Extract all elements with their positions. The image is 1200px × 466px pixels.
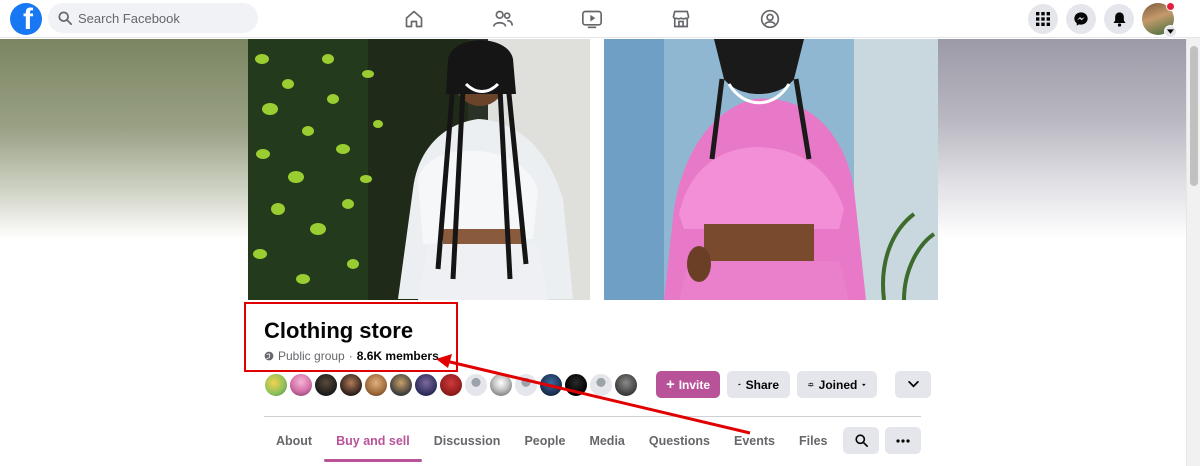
member-avatar[interactable] [613,372,639,398]
cover-photo-right-image [604,39,938,300]
member-avatar[interactable] [538,372,564,398]
member-avatar[interactable] [288,372,314,398]
search-icon [854,434,868,447]
groups-icon [760,9,780,29]
tab-buy-and-sell[interactable]: Buy and sell [324,418,422,464]
tab-questions[interactable]: Questions [637,418,722,464]
member-avatar[interactable] [413,372,439,398]
members-icon [808,382,814,387]
marketplace-icon [672,10,690,28]
member-avatar[interactable] [263,372,289,398]
nav-watch[interactable] [562,0,622,38]
member-avatar[interactable] [513,372,539,398]
more-dots-icon [896,438,910,443]
top-navigation-bar: f [0,0,1200,38]
scrollbar-thumb[interactable] [1190,46,1198,186]
friends-icon [493,10,513,27]
cover-photo-left[interactable] [248,39,590,300]
group-search-button[interactable] [843,427,879,454]
invite-label: Invite [678,377,711,392]
member-avatar[interactable] [313,372,339,398]
plus-icon: + [665,376,675,393]
cover-photo-left-image [248,39,590,300]
facebook-logo-letter: f [23,3,33,35]
cover-gap [590,39,604,300]
joined-label: Joined [818,377,858,392]
nav-groups[interactable] [740,0,800,38]
messenger-button[interactable] [1066,4,1096,34]
unread-dot [1166,2,1175,11]
share-button[interactable]: Share [727,371,790,398]
member-avatar[interactable] [388,372,414,398]
messenger-icon [1074,12,1088,26]
member-avatar[interactable] [463,372,489,398]
member-avatars [263,372,639,398]
tab-people[interactable]: People [512,418,577,464]
page-scrollbar[interactable] [1186,38,1200,466]
menu-grid-icon [1036,12,1050,26]
nav-marketplace[interactable] [651,0,711,38]
search-input[interactable] [78,10,248,26]
facebook-logo[interactable]: f [10,3,42,35]
cover-blur-right [938,39,1186,239]
chevron-down-icon [1167,29,1174,34]
header-divider [264,416,921,417]
caret-down-icon [862,383,866,386]
member-avatar[interactable] [488,372,514,398]
account-chevron[interactable] [1164,25,1177,38]
member-avatar[interactable] [438,372,464,398]
group-actions: + Invite Share Joined [656,371,931,398]
share-icon [738,383,741,386]
tab-media[interactable]: Media [577,418,636,464]
invite-button[interactable]: + Invite [656,371,720,398]
nav-friends[interactable] [473,0,533,38]
member-avatar[interactable] [363,372,389,398]
tab-events[interactable]: Events [722,418,787,464]
watch-icon [582,10,602,29]
member-avatar[interactable] [588,372,614,398]
tab-about[interactable]: About [264,418,324,464]
group-tabs: About Buy and sell Discussion People Med… [264,418,840,464]
home-icon [405,10,423,28]
tab-discussion[interactable]: Discussion [422,418,513,464]
notifications-button[interactable] [1104,4,1134,34]
cover-photo-right[interactable] [604,39,938,300]
joined-button[interactable]: Joined [797,371,877,398]
chevron-down-icon [907,381,919,388]
share-label: Share [745,377,779,392]
group-more-button[interactable] [885,427,921,454]
more-options-button[interactable] [895,371,931,398]
main-navigation [384,0,829,38]
menu-button[interactable] [1028,4,1058,34]
annotation-highlight-box [244,302,458,372]
tab-files[interactable]: Files [787,418,840,464]
account-controls [1020,2,1177,38]
member-avatar[interactable] [338,372,364,398]
cover-blur-left [0,39,248,239]
notifications-icon [1113,12,1125,27]
member-avatar[interactable] [563,372,589,398]
profile-avatar[interactable] [1142,2,1177,38]
nav-home[interactable] [384,0,444,38]
search-box[interactable] [48,3,258,33]
facebook-group-page: f Search Facebook Clothing store Public … [0,0,1200,466]
search-icon [58,11,72,25]
